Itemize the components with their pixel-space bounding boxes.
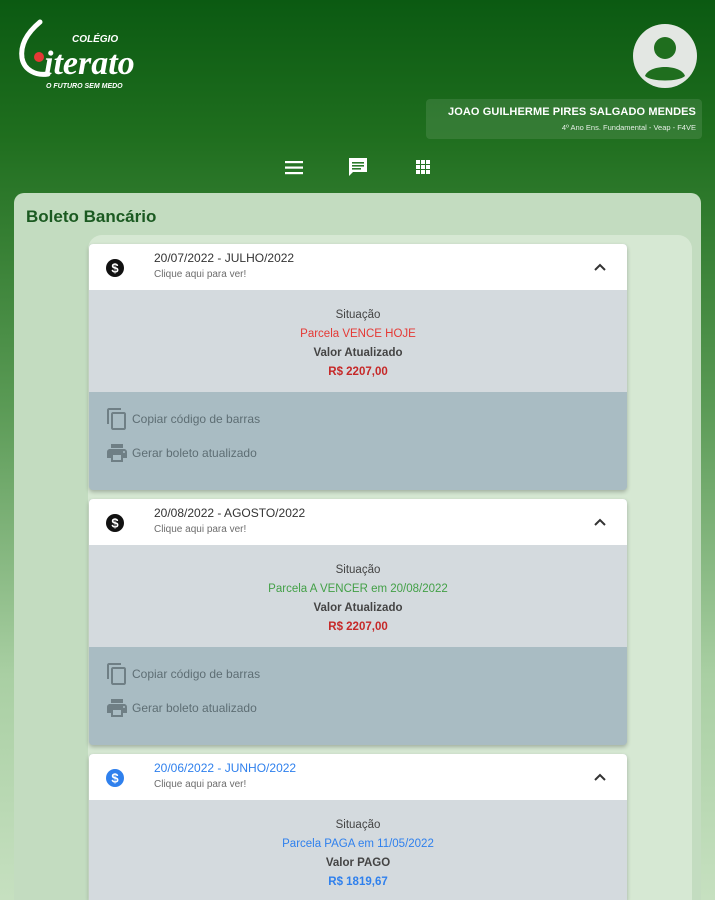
boleto-hint: Clique aqui para ver! [154, 524, 247, 535]
user-info-bar: JOAO GUILHERME PIRES SALGADO MENDES 4º A… [426, 99, 702, 139]
svg-text:$: $ [111, 771, 119, 786]
boleto-details: Situação Parcela A VENCER em 20/08/2022 … [89, 545, 627, 647]
boleto-card-header[interactable]: $ 20/08/2022 - AGOSTO/2022 Clique aqui p… [89, 499, 627, 545]
boleto-card: $ 20/08/2022 - AGOSTO/2022 Clique aqui p… [89, 499, 627, 745]
user-avatar-icon[interactable] [633, 24, 697, 88]
boleto-details: Situação Parcela VENCE HOJE Valor Atuali… [89, 290, 627, 392]
generate-boleto-label: Gerar boleto atualizado [132, 446, 257, 460]
valor-label: Valor Atualizado [313, 602, 403, 614]
generate-boleto-button[interactable]: Gerar boleto atualizado [105, 441, 305, 465]
chevron-up-icon[interactable] [592, 259, 608, 275]
valor-amount: R$ 2207,00 [328, 621, 388, 633]
boleto-hint: Clique aqui para ver! [154, 779, 247, 790]
menu-icon[interactable] [279, 153, 309, 183]
status-text: Parcela PAGA em 11/05/2022 [282, 838, 434, 850]
situacao-label: Situação [335, 564, 381, 576]
boleto-date: 20/06/2022 - JUNHO/2022 [154, 761, 297, 775]
svg-text:COLÉGIO: COLÉGIO [72, 32, 118, 45]
user-class-info: 4º Ano Ens. Fundamental - Veap - F4VE [561, 123, 696, 132]
copy-barcode-button[interactable]: Copiar código de barras [105, 662, 305, 686]
boleto-card: $ 20/06/2022 - JUNHO/2022 Clique aqui pa… [89, 754, 627, 900]
copy-barcode-label: Copiar código de barras [132, 667, 261, 681]
school-logo: COLÉGIO iterato O FUTURO SEM MEDO [14, 14, 186, 94]
dollar-icon: $ [106, 259, 124, 277]
boleto-hint: Clique aqui para ver! [154, 269, 247, 280]
app-header: COLÉGIO iterato O FUTURO SEM MEDO JOAO G… [0, 0, 715, 190]
svg-text:$: $ [111, 516, 119, 531]
copy-icon [107, 663, 126, 685]
valor-amount: R$ 2207,00 [328, 366, 388, 378]
printer-icon [107, 444, 127, 462]
chevron-up-icon[interactable] [592, 769, 608, 785]
copy-barcode-label: Copiar código de barras [132, 412, 261, 426]
chevron-up-icon[interactable] [592, 514, 608, 530]
dollar-icon: $ [106, 514, 124, 532]
boleto-card-header[interactable]: $ 20/07/2022 - JULHO/2022 Clique aqui pa… [89, 244, 627, 290]
dollar-icon: $ [106, 769, 124, 787]
user-name: JOAO GUILHERME PIRES SALGADO MENDES [448, 106, 696, 118]
generate-boleto-label: Gerar boleto atualizado [132, 701, 257, 715]
situacao-label: Situação [335, 819, 381, 831]
printer-icon [107, 699, 127, 717]
svg-text:$: $ [111, 261, 119, 276]
valor-label: Valor PAGO [325, 857, 391, 869]
top-nav [0, 153, 715, 183]
svg-text:O FUTURO SEM MEDO: O FUTURO SEM MEDO [46, 83, 123, 90]
situacao-label: Situação [335, 309, 381, 321]
boleto-date: 20/07/2022 - JULHO/2022 [154, 251, 295, 265]
status-text: Parcela VENCE HOJE [300, 328, 416, 340]
generate-boleto-button[interactable]: Gerar boleto atualizado [105, 696, 305, 720]
chat-icon[interactable] [343, 153, 373, 183]
apps-grid-icon[interactable] [408, 153, 438, 183]
valor-label: Valor Atualizado [313, 347, 403, 359]
page-title: Boleto Bancário [26, 207, 157, 226]
copy-icon [107, 408, 126, 430]
svg-text:iterato: iterato [44, 45, 135, 82]
boleto-details: Situação Parcela PAGA em 11/05/2022 Valo… [89, 800, 627, 900]
boleto-card-header[interactable]: $ 20/06/2022 - JUNHO/2022 Clique aqui pa… [89, 754, 627, 800]
copy-barcode-button[interactable]: Copiar código de barras [105, 407, 305, 431]
valor-amount: R$ 1819,67 [328, 876, 388, 888]
boleto-date: 20/08/2022 - AGOSTO/2022 [154, 506, 306, 520]
status-text: Parcela A VENCER em 20/08/2022 [268, 583, 448, 595]
boleto-actions: Copiar código de barras Gerar boleto atu… [89, 392, 627, 490]
boleto-card: $ 20/07/2022 - JULHO/2022 Clique aqui pa… [89, 244, 627, 490]
boleto-actions: Copiar código de barras Gerar boleto atu… [89, 647, 627, 745]
